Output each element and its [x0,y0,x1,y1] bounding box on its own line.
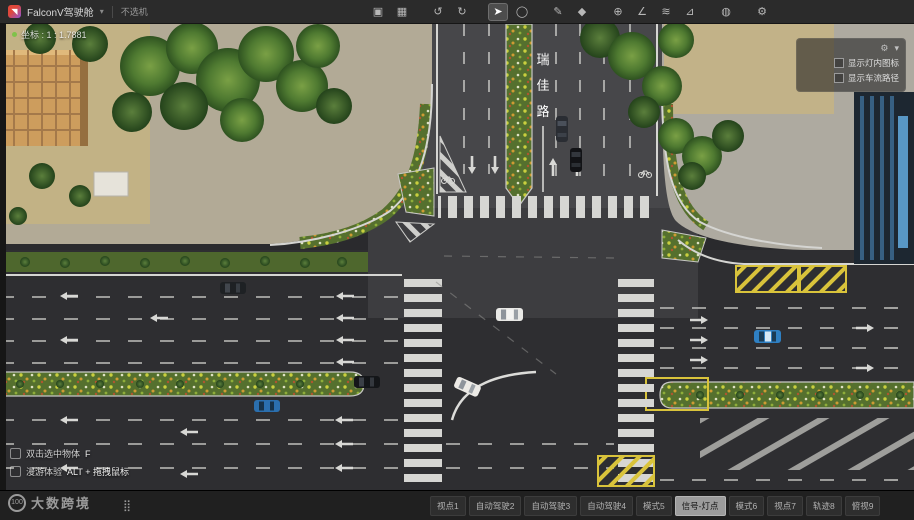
undo-icon[interactable]: ↺ [428,3,448,21]
tab-viewpoint-7[interactable]: 视点7 [767,495,803,516]
panel-gear-icon[interactable]: ⚙ [880,43,888,54]
coordinates-readout: 坐标 : 1 : 1.7881 [12,28,87,41]
viewport[interactable]: 瑞 佳 路 坐标 : 1 : 1.7881 ⚙ ▾ 显示灯内图标 显示车流路径 [0,24,914,490]
svg-text:佳: 佳 [536,78,549,93]
checkbox-traffic-paths[interactable] [833,73,844,83]
tab-topview-9[interactable]: 俯视9 [844,495,881,516]
settings-icon[interactable]: ⚙ [752,3,772,21]
yellow-box-3 [597,455,655,487]
shortcut-hints: 双击选中物体 F 漫游体验 ALT + 拖拽鼠标 [10,442,129,478]
hint-label: 漫游体验 [26,467,63,477]
option-label: 显示灯内图标 [847,58,899,68]
title-caret-icon[interactable]: ▾ [100,7,104,16]
fill-tool-icon[interactable]: ◆ [572,3,592,21]
option-label: 显示车流路径 [847,73,899,83]
view-tabs: 视点1 自动驾驶2 自动驾驶3 自动驾驶4 模式5 信号-灯点 模式6 视点7 … [430,495,881,516]
duplicate-icon[interactable]: ▣ [368,3,388,21]
hint-select-object: 双击选中物体 F [10,447,129,460]
building-orange [0,50,88,146]
redo-icon[interactable]: ↻ [452,3,472,21]
svg-text:路: 路 [536,104,549,119]
display-options-panel: ⚙ ▾ 显示灯内图标 显示车流路径 [796,38,906,92]
falcon-logo-icon: ◥ [8,5,21,18]
mouse-icon [10,448,21,459]
building-glass [854,92,914,264]
yellow-box-2 [799,265,847,293]
yellow-box-1 [735,265,799,293]
app-title: FalconV驾驶舱 [27,8,94,19]
toolbar-divider [111,5,113,18]
keyboard-icon [10,466,21,477]
top-toolbar: ◥ FalconV驾驶舱 ▾ 不选机 ▣ ▦ ↺ ↻ ➤ ◯ ✎ ◆ ⊕ ∠ ≋… [0,0,914,24]
option-row-traffic-paths[interactable]: 显示车流路径 [803,72,899,84]
select-tool-icon[interactable]: ➤ [488,3,508,21]
tab-mode-5[interactable]: 模式5 [635,495,672,516]
measure-area-icon[interactable]: ⊿ [680,3,700,21]
checkbox-signal-icons[interactable] [833,58,844,68]
voice-icon[interactable]: ◍ [716,3,736,21]
scene-canvas[interactable]: 瑞 佳 路 [0,24,914,490]
vehicle-blue-sedan-west [254,400,280,412]
road-name-label: 瑞 佳 路 [536,52,549,119]
watermark: 100 大数跨境 [8,493,91,512]
watermark-text: 大数跨境 [31,496,92,511]
save-icon[interactable]: ▦ [392,3,412,21]
panel-collapse-icon[interactable]: ▾ [894,43,899,54]
crosswalk-north [438,196,656,218]
pen-tool-icon[interactable]: ✎ [548,3,568,21]
measure-angle-icon[interactable]: ∠ [632,3,652,21]
crosswalk-west [404,276,442,486]
diagonal-hatch-area [700,418,914,470]
tab-viewpoint-1[interactable]: 视点1 [430,495,466,516]
coordinates-dot-icon [12,32,17,37]
vehicle-white-sedan [496,308,523,321]
building-white [93,171,129,197]
hint-key: ALT + 拖拽鼠标 [67,467,129,477]
option-row-signal-icons[interactable]: 显示灯内图标 [803,57,899,69]
measure-point-icon[interactable]: ⊕ [608,3,628,21]
vehicle-black-sedan [354,376,380,388]
median-north [505,24,533,208]
watermark-badge-icon: 100 [8,493,26,512]
app-window: ◥ FalconV驾驶舱 ▾ 不选机 ▣ ▦ ↺ ↻ ➤ ◯ ✎ ◆ ⊕ ∠ ≋… [0,0,914,520]
viewport-left-edge [0,24,6,490]
vehicle-blue-sedan-east [754,330,781,343]
vehicle-black-north-2 [570,148,582,172]
mode-label: 不选机 [120,7,148,17]
vehicle-dark-sedan [220,282,246,294]
toolbar-left: ◥ FalconV驾驶舱 ▾ 不选机 [0,4,148,19]
measure-path-icon[interactable]: ≋ [656,3,676,21]
vehicle-gray-north-1 [556,116,568,142]
circle-select-icon[interactable]: ◯ [512,3,532,21]
hint-key: F [85,448,91,459]
toolbar-tools: ▣ ▦ ↺ ↻ ➤ ◯ ✎ ◆ ⊕ ∠ ≋ ⊿ ◍ ⚙ [368,0,772,24]
hint-roam: 漫游体验 ALT + 拖拽鼠标 [10,465,129,478]
coordinates-text: 坐标 : 1 : 1.7881 [21,30,87,40]
tab-mode-6[interactable]: 模式6 [728,495,765,516]
crosswalk-east [618,276,654,486]
bottom-toolbar: ⣿ 视点1 自动驾驶2 自动驾驶3 自动驾驶4 模式5 信号-灯点 模式6 视点… [0,490,914,520]
tab-signal-light[interactable]: 信号-灯点 [674,495,726,516]
tab-autodrive-4[interactable]: 自动驾驶4 [580,495,633,516]
tab-track-8[interactable]: 轨迹8 [805,495,842,516]
svg-text:瑞: 瑞 [536,52,549,67]
tab-autodrive-2[interactable]: 自动驾驶2 [468,495,522,516]
tab-autodrive-3[interactable]: 自动驾驶3 [524,495,578,516]
grid-icon[interactable]: ⣿ [116,496,138,516]
hint-label: 双击选中物体 [26,449,81,459]
